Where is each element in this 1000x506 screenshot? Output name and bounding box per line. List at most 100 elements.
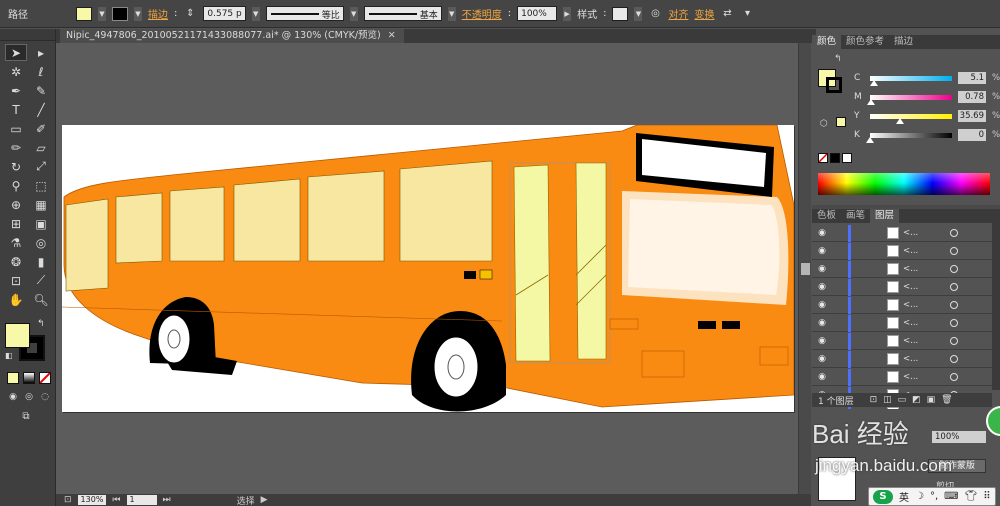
stroke-profile-select[interactable]: 等比 xyxy=(265,6,344,21)
vertical-scrollbar[interactable] xyxy=(798,43,811,494)
close-tab-icon[interactable]: ✕ xyxy=(388,30,396,41)
target-circle-icon[interactable] xyxy=(950,265,959,273)
stroke-link[interactable]: 描边 xyxy=(148,6,168,21)
pencil-tool-icon[interactable]: ✏ xyxy=(5,139,27,156)
direct-selection-tool-icon[interactable]: ▸ xyxy=(30,44,52,61)
fill-dropdown-icon[interactable]: ▼ xyxy=(98,6,106,21)
blend-tool-icon[interactable]: ◎ xyxy=(30,234,52,251)
bus-illustration[interactable] xyxy=(62,125,794,412)
color-spectrum[interactable] xyxy=(818,173,990,195)
layer-row[interactable]: ◉ <... xyxy=(812,260,992,278)
layer-row[interactable]: ◉ <... xyxy=(812,224,992,242)
scale-tool-icon[interactable]: ⤢ xyxy=(30,158,52,175)
keyboard-icon[interactable]: ⌨ xyxy=(944,491,958,502)
stepper-icon[interactable]: ⇕ xyxy=(183,7,197,21)
gamut-swatch[interactable] xyxy=(836,117,846,127)
panel-stroke-swatch[interactable] xyxy=(826,77,842,93)
rectangle-tool-icon[interactable]: ▭ xyxy=(5,120,27,137)
isolate-icon[interactable]: ⇄ xyxy=(720,7,734,21)
visibility-eye-icon[interactable]: ◉ xyxy=(812,372,832,382)
visibility-eye-icon[interactable]: ◉ xyxy=(812,300,832,310)
status-icon[interactable]: ⊡ xyxy=(64,495,72,505)
draw-normal-icon[interactable]: ◉ xyxy=(7,391,19,403)
target-circle-icon[interactable] xyxy=(950,247,959,255)
layers-scrollbar[interactable] xyxy=(992,210,1000,390)
tab-brushes[interactable]: 画笔 xyxy=(841,209,870,223)
recolor-icon[interactable]: ◎ xyxy=(648,7,662,21)
out-of-gamut-icon[interactable]: ⬡ xyxy=(820,119,828,129)
slider-knob[interactable] xyxy=(866,136,874,143)
artboard[interactable] xyxy=(62,125,794,412)
target-circle-icon[interactable] xyxy=(950,319,959,327)
line-tool-icon[interactable]: ╱ xyxy=(30,101,52,118)
panel-swap-icon[interactable]: ↰ xyxy=(834,54,842,64)
slider-value[interactable]: 5.1 xyxy=(958,72,986,84)
target-circle-icon[interactable] xyxy=(950,229,959,237)
curvature-tool-icon[interactable]: ✎ xyxy=(30,82,52,99)
stroke-weight-dropdown-icon[interactable]: ▼ xyxy=(251,6,260,21)
slice-tool-icon[interactable]: ⟋ xyxy=(30,272,52,289)
canvas-area[interactable] xyxy=(56,43,811,494)
pen-tool-icon[interactable]: ✒ xyxy=(5,82,27,99)
layer-row[interactable]: ◉ <... xyxy=(812,296,992,314)
visibility-eye-icon[interactable]: ◉ xyxy=(812,228,832,238)
opacity-field[interactable]: 100% xyxy=(517,6,558,21)
draw-behind-icon[interactable]: ◎ xyxy=(23,391,35,403)
layer-row[interactable]: ◉ <... xyxy=(812,314,992,332)
white-swatch[interactable] xyxy=(842,153,852,163)
ime-language[interactable]: 英 xyxy=(899,489,909,504)
visibility-eye-icon[interactable]: ◉ xyxy=(812,282,832,292)
draw-inside-icon[interactable]: ◌ xyxy=(39,391,51,403)
eraser-tool-icon[interactable]: ▱ xyxy=(30,139,52,156)
shape-builder-tool-icon[interactable]: ⊕ xyxy=(5,196,27,213)
perspective-grid-tool-icon[interactable]: ▦ xyxy=(30,196,52,213)
sogou-icon[interactable]: S xyxy=(873,489,893,504)
screen-mode-icon[interactable]: ⧉ xyxy=(16,409,36,423)
grid-icon[interactable]: ⠿ xyxy=(983,491,990,502)
target-circle-icon[interactable] xyxy=(950,337,959,345)
rotate-tool-icon[interactable]: ↻ xyxy=(5,158,27,175)
target-circle-icon[interactable] xyxy=(950,355,959,363)
slider-track[interactable] xyxy=(866,94,952,105)
first-artboard-icon[interactable]: ⏮ xyxy=(112,495,120,505)
brush-profile-dropdown-icon[interactable]: ▼ xyxy=(447,6,456,21)
mesh-tool-icon[interactable]: ⊞ xyxy=(5,215,27,232)
tab-stroke[interactable]: 描边 xyxy=(889,35,918,49)
gradient-mode-icon[interactable] xyxy=(23,372,35,384)
visibility-eye-icon[interactable]: ◉ xyxy=(812,336,832,346)
none-swatch[interactable] xyxy=(818,153,828,163)
align-link[interactable]: 对齐 xyxy=(668,6,688,21)
next-artboard-icon[interactable]: ⏭ xyxy=(163,495,171,505)
moon-icon[interactable]: ☽ xyxy=(915,491,924,502)
style-swatch[interactable] xyxy=(612,6,629,21)
slider-value[interactable]: 0 xyxy=(958,129,986,141)
zoom-tool-icon[interactable]: 🔍︎ xyxy=(30,291,52,308)
lasso-tool-icon[interactable]: ℓ xyxy=(30,63,52,80)
visibility-eye-icon[interactable]: ◉ xyxy=(812,354,832,364)
status-menu-icon[interactable]: ▶ xyxy=(261,495,268,505)
slider-knob[interactable] xyxy=(895,117,904,124)
column-graph-tool-icon[interactable]: ▮ xyxy=(30,253,52,270)
selection-tool-icon[interactable]: ➤ xyxy=(5,44,27,61)
stroke-swatch[interactable] xyxy=(112,6,128,21)
tab-color[interactable]: 颜色 xyxy=(812,35,842,49)
target-circle-icon[interactable] xyxy=(950,301,959,309)
fill-swatch[interactable] xyxy=(76,6,92,21)
layer-row[interactable]: ◉ <... xyxy=(812,242,992,260)
visibility-eye-icon[interactable]: ◉ xyxy=(812,318,832,328)
layer-row[interactable]: ◉ <... xyxy=(812,278,992,296)
layer-row[interactable]: ◉ <... xyxy=(812,332,992,350)
hand-tool-icon[interactable]: ✋ xyxy=(5,291,27,308)
visibility-eye-icon[interactable]: ◉ xyxy=(812,264,832,274)
skin-icon[interactable]: 👕︎ xyxy=(965,491,978,502)
layer-row[interactable]: ◉ <... xyxy=(812,368,992,386)
slider-knob[interactable] xyxy=(866,98,875,105)
slider-track[interactable] xyxy=(866,132,952,143)
tab-layers[interactable]: 图层 xyxy=(870,209,900,223)
default-fill-stroke-icon[interactable]: ◧ xyxy=(5,351,13,360)
artboard-field[interactable]: 1 xyxy=(126,495,157,505)
color-mode-icon[interactable] xyxy=(7,372,19,384)
tab-color-guide[interactable]: 颜色参考 xyxy=(841,35,889,49)
slider-value[interactable]: 0.78 xyxy=(958,91,986,103)
none-mode-icon[interactable] xyxy=(39,372,51,384)
